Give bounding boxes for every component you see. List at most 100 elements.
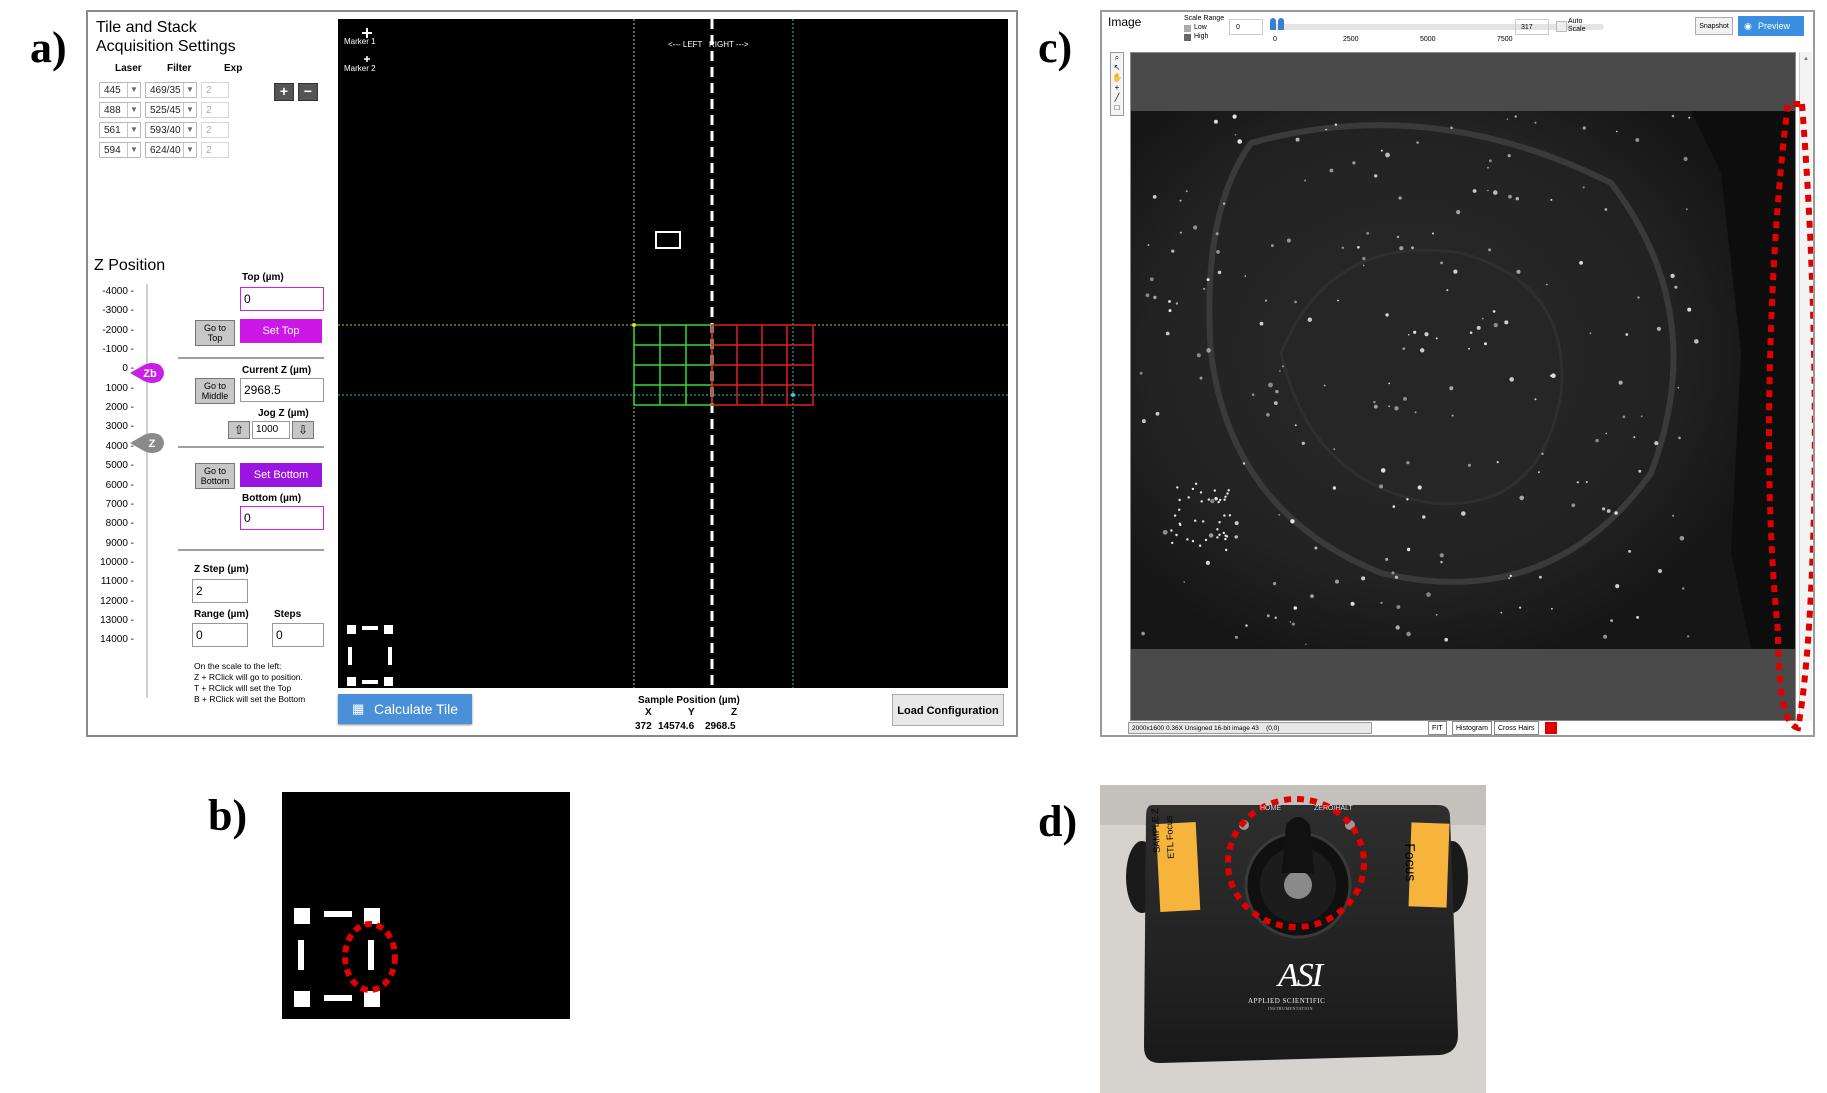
z-scale-tick-label: -2000 - [102, 324, 134, 336]
z-scale-tick-label: 14000 - [100, 634, 134, 646]
stage-canvas[interactable]: Marker 1 Marker 2 <--- LEFT RIGHT ---> [338, 19, 1008, 688]
laser-select[interactable]: 445 ▼ [99, 82, 141, 98]
corner-dot [632, 323, 636, 327]
filter-select[interactable]: 525/45 ▼ [145, 102, 197, 118]
marker-2-icon[interactable] [364, 56, 370, 62]
settings-title-line2: Acquisition Settings [96, 38, 236, 55]
filter-select[interactable]: 624/40 ▼ [145, 142, 197, 158]
divider [178, 549, 324, 551]
panel-label-d: d) [1038, 797, 1078, 846]
exposure-field[interactable]: 2 [201, 102, 229, 118]
filter-select[interactable]: 469/35 ▼ [145, 82, 197, 98]
z-scale-tick-label: 4000 - [105, 440, 134, 452]
add-channel-button[interactable]: + [274, 83, 294, 101]
z-scale-tick-label: 13000 - [100, 614, 134, 626]
exposure-field[interactable]: 2 [201, 142, 229, 158]
filter-value: 525/45 [150, 105, 181, 116]
jog-down-arrow-icon[interactable]: ⇩ [292, 421, 314, 439]
brand-name-line1: APPLIED SCIENTIFIC [1248, 997, 1326, 1005]
top-input[interactable]: 0 [240, 287, 324, 311]
z-scale-tick-label: 9000 - [105, 537, 134, 549]
laser-value: 488 [104, 105, 121, 116]
brand-name-line2: INSTRUMENTATION [1268, 1006, 1313, 1011]
go-to-bottom-button[interactable]: Go to Bottom [195, 463, 235, 489]
exposure-field[interactable]: 2 [201, 82, 229, 98]
joystick-controller-photo: HOME ZERO/HALT SAMPLE Z ETL Focus Focus … [1100, 785, 1486, 1093]
go-to-middle-button[interactable]: Go to Middle [195, 378, 235, 404]
z-scale-tick-label: -1000 - [102, 344, 134, 356]
filter-column-header: Filter [167, 63, 192, 74]
load-configuration-button[interactable]: Load Configuration [892, 694, 1004, 726]
chevron-down-icon: ▼ [127, 123, 140, 137]
hint-line: B + RClick will set the Bottom [194, 694, 306, 704]
panel-label-a: a) [30, 23, 67, 72]
current-z-label: Current Z (µm) [242, 365, 312, 376]
chevron-down-icon: ▼ [127, 103, 140, 117]
settings-title-line1: Tile and Stack [96, 19, 197, 36]
jog-up-arrow-icon[interactable]: ⇧ [228, 421, 250, 439]
home-label: HOME [1260, 805, 1281, 812]
z-scale-tick-label: 11000 - [100, 576, 134, 588]
range-input[interactable]: 0 [192, 623, 248, 647]
steps-label: Steps [274, 609, 302, 620]
steps-input[interactable]: 0 [272, 623, 324, 647]
chevron-down-icon: ▼ [127, 143, 140, 157]
sample-x-label: X [645, 707, 652, 718]
laser-value: 594 [104, 145, 121, 156]
calculator-icon: ▦ [352, 701, 365, 716]
bottom-label: Bottom (µm) [242, 493, 302, 504]
zb-marker-label: Zb [143, 368, 157, 380]
z-scale-tick-label: 8000 - [105, 518, 134, 530]
filter-select[interactable]: 593/40 ▼ [145, 122, 197, 138]
set-top-button[interactable]: Set Top [240, 319, 322, 343]
annotation-overlay [1766, 101, 1813, 732]
chevron-down-icon: ▼ [183, 143, 196, 157]
bottom-input[interactable]: 0 [240, 506, 324, 530]
sample-z-value: 2968.5 [705, 721, 736, 732]
zb-marker-icon[interactable]: Zb [130, 362, 168, 384]
z-scale-track[interactable] [146, 284, 148, 698]
set-bottom-button[interactable]: Set Bottom [240, 463, 322, 487]
tile-frame-icon[interactable] [347, 625, 393, 686]
z-step-input[interactable]: 2 [192, 579, 248, 603]
z-scale-tick-label: 7000 - [105, 498, 134, 510]
filter-value: 469/35 [150, 85, 181, 96]
zero-halt-label: ZERO/HALT [1314, 805, 1353, 812]
range-label: Range (µm) [194, 609, 249, 620]
z-marker-label: Z [149, 438, 156, 450]
z-marker-icon[interactable]: Z [130, 432, 168, 454]
laser-select[interactable]: 594 ▼ [99, 142, 141, 158]
corner-dot [791, 393, 795, 397]
right-tile-grid [711, 324, 814, 406]
laser-select[interactable]: 488 ▼ [99, 102, 141, 118]
laser-value: 445 [104, 85, 121, 96]
field-of-view-rectangle[interactable] [655, 231, 681, 249]
z-scale-tick-label: 2000 - [105, 402, 134, 414]
left-right-label: <--- LEFT RIGHT ---> [668, 40, 749, 49]
z-scale-tick-label: 10000 - [100, 556, 134, 568]
panel-label-b: b) [208, 791, 248, 840]
sample-y-label: Y [688, 707, 695, 718]
laser-select[interactable]: 561 ▼ [99, 122, 141, 138]
jog-z-input[interactable]: 1000 [252, 421, 290, 439]
calculate-tile-button[interactable]: ▦ Calculate Tile [338, 694, 472, 724]
sample-position-label: Sample Position (µm) [638, 695, 740, 706]
current-z-field[interactable]: 2968.5 [240, 378, 324, 402]
z-position-title: Z Position [94, 257, 166, 274]
z-scale-tick-label: -4000 - [102, 286, 134, 297]
z-scale-tick-label: 1000 - [105, 382, 134, 394]
exp-column-header: Exp [224, 63, 243, 74]
sample-x-value: 372 [635, 721, 652, 732]
scrollbar-highlight-annotation [1766, 101, 1813, 732]
chevron-down-icon: ▼ [183, 103, 196, 117]
exposure-field[interactable]: 2 [201, 122, 229, 138]
divider [178, 357, 324, 359]
sample-y-value: 14574.6 [658, 721, 695, 732]
chevron-down-icon: ▼ [183, 83, 196, 97]
calculate-tile-label: Calculate Tile [374, 701, 459, 717]
laser-value: 561 [104, 125, 121, 136]
panel-label-c: c) [1038, 23, 1073, 72]
filter-value: 624/40 [150, 145, 181, 156]
go-to-top-button[interactable]: Go to Top [195, 320, 235, 346]
remove-channel-button[interactable]: − [298, 83, 318, 101]
